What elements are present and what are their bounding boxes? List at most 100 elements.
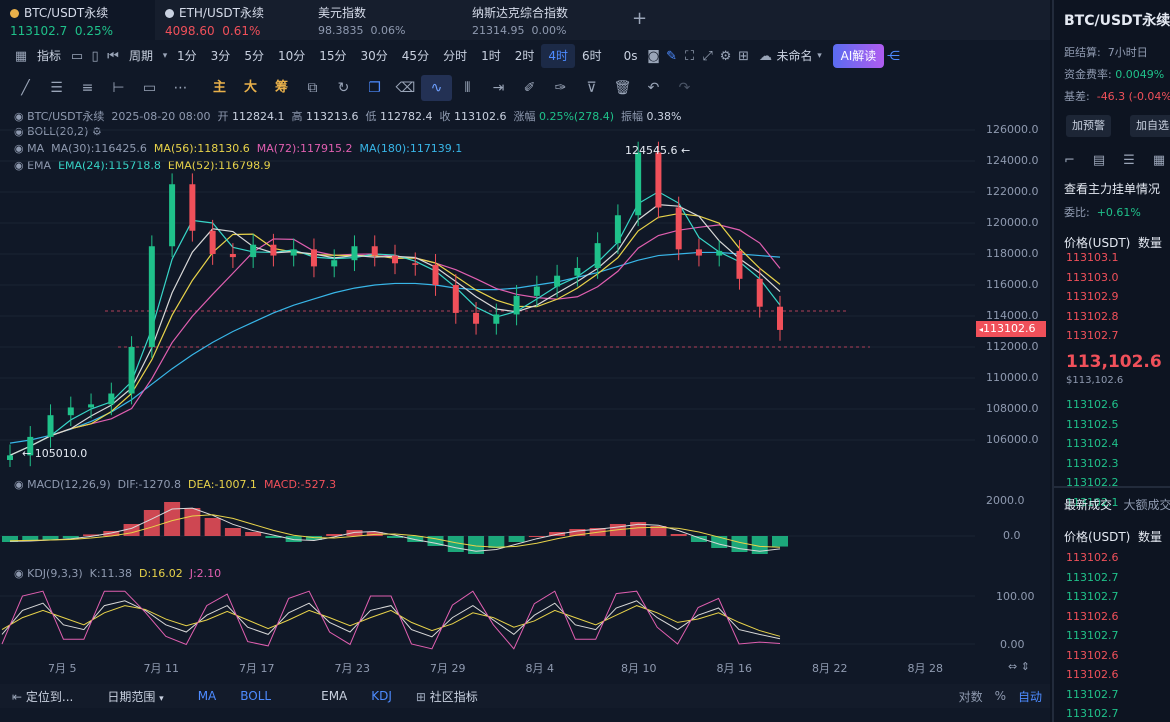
grid-icon[interactable]: ⊞ <box>735 49 753 64</box>
camera-icon[interactable]: ◙ <box>645 49 663 64</box>
expand-icon[interactable]: ⤢ <box>699 49 717 64</box>
period-3m[interactable]: 3分 <box>204 44 238 68</box>
candle-body <box>310 249 317 267</box>
filter-icon[interactable]: ⊽ <box>576 75 607 101</box>
draw-line-icon[interactable]: ∿ <box>421 75 452 101</box>
depth-view-icons[interactable]: ⌐▤☰▦ <box>1064 153 1170 168</box>
bid-row[interactable]: 113102.4 <box>1066 437 1119 450</box>
eraser-icon[interactable]: ⌫ <box>390 75 421 101</box>
trade-row[interactable]: 113102.6 <box>1066 551 1119 564</box>
kdj-chart[interactable] <box>0 580 975 652</box>
candle-icon[interactable]: ⦀ <box>452 75 483 101</box>
gear-icon[interactable]: ⚙ <box>717 49 735 64</box>
period-timeshare[interactable]: 分时 <box>436 44 474 68</box>
tab-btc-usdt[interactable]: BTC/USDT永续 113102.7 0.25% <box>0 0 155 40</box>
trendline-icon[interactable]: ╱ <box>10 75 41 101</box>
trade-row[interactable]: 113102.7 <box>1066 571 1119 584</box>
trade-row[interactable]: 113102.6 <box>1066 610 1119 623</box>
add-watchlist-button[interactable]: 加自选 <box>1130 115 1170 137</box>
trash-icon[interactable]: 🗑 <box>607 75 638 101</box>
indicator-ma[interactable]: MA <box>186 689 229 703</box>
candle-body <box>331 260 338 267</box>
trade-row[interactable]: 113102.6 <box>1066 668 1119 681</box>
layout-name-select[interactable]: 未命名 <box>775 44 815 68</box>
ask-row[interactable]: 113102.8 <box>1066 310 1119 323</box>
share-icon[interactable]: ⋲ <box>884 49 902 64</box>
ask-row[interactable]: 113102.9 <box>1066 290 1119 303</box>
period-1h[interactable]: 1时 <box>474 44 508 68</box>
calendar-icon[interactable]: ▭ <box>68 49 86 64</box>
undo-icon[interactable]: ↶ <box>638 75 669 101</box>
bid-row[interactable]: 113102.5 <box>1066 418 1119 431</box>
tab-dollar-index[interactable]: 美元指数 98.3835 0.06% <box>308 0 458 40</box>
pen-icon[interactable]: ✎ <box>663 49 681 64</box>
add-tab-button[interactable]: + <box>632 8 647 29</box>
percent-scale-button[interactable]: % <box>989 689 1012 703</box>
big-trades-tab[interactable]: 大额成交 <box>1123 498 1170 512</box>
eye-icon[interactable]: ◉ <box>14 478 24 491</box>
period-2h[interactable]: 2时 <box>508 44 542 68</box>
horizontal-ray-icon[interactable]: ⊢ <box>103 75 134 101</box>
candle-body <box>290 249 297 256</box>
candle-body <box>777 306 783 330</box>
ask-row[interactable]: 113103.1 <box>1066 251 1119 264</box>
period-4h[interactable]: 4时 <box>541 44 576 68</box>
ask-row[interactable]: 113102.7 <box>1066 329 1119 342</box>
add-alert-button[interactable]: 加预警 <box>1066 115 1111 137</box>
tab-nasdaq[interactable]: 纳斯达克综合指数 21314.95 0.00% <box>462 0 622 40</box>
ai-analysis-button[interactable]: AI解读 <box>832 44 885 68</box>
zero-seconds-button[interactable]: 0s <box>617 44 645 68</box>
replay-icon[interactable]: ⏮ <box>104 49 122 64</box>
reset-icon[interactable]: ↻ <box>328 75 359 101</box>
chips-button[interactable]: 筹 <box>266 75 297 101</box>
zoom-icon[interactable]: ⇔ ⇕ <box>1008 660 1030 673</box>
community-indicator-button[interactable]: ⊞ 社区指标 <box>404 688 490 705</box>
trade-row[interactable]: 113102.7 <box>1066 590 1119 603</box>
measure-icon[interactable]: ⇥ <box>483 75 514 101</box>
macd-chart[interactable] <box>0 492 975 564</box>
note-icon[interactable]: ✐ <box>514 75 545 101</box>
latest-trades-tab[interactable]: 最新成交 <box>1064 498 1112 512</box>
indicator-boll[interactable]: BOLL <box>228 689 283 703</box>
period-5m[interactable]: 5分 <box>237 44 271 68</box>
indicator-button[interactable]: 指标 <box>30 44 68 68</box>
layout-icon[interactable]: ▯ <box>86 49 104 64</box>
period-15m[interactable]: 15分 <box>312 44 353 68</box>
period-6h[interactable]: 6时 <box>575 44 609 68</box>
period-button[interactable]: 周期 <box>122 44 160 68</box>
bid-row[interactable]: 113102.6 <box>1066 398 1119 411</box>
trade-row[interactable]: 113102.7 <box>1066 707 1119 720</box>
main-force-button[interactable]: 主 <box>204 75 235 101</box>
trade-row[interactable]: 113102.7 <box>1066 688 1119 701</box>
fullscreen-icon[interactable]: ⛶ <box>681 49 699 64</box>
overlay-icon[interactable]: ⧉ <box>297 75 328 101</box>
log-scale-button[interactable]: 对数 <box>953 688 989 705</box>
period-30m[interactable]: 30分 <box>354 44 395 68</box>
period-10m[interactable]: 10分 <box>271 44 312 68</box>
copy-icon[interactable]: ❐ <box>359 75 390 101</box>
eye-icon[interactable]: ◉ <box>14 567 24 580</box>
ask-row[interactable]: 113103.0 <box>1066 271 1119 284</box>
period-45m[interactable]: 45分 <box>395 44 436 68</box>
trade-row[interactable]: 113102.7 <box>1066 629 1119 642</box>
candle-body <box>554 275 561 287</box>
auto-scale-button[interactable]: 自动 <box>1012 688 1050 705</box>
locate-button[interactable]: ⇤ 定位到... <box>0 688 85 705</box>
depth-title[interactable]: 查看主力挂单情况 <box>1064 180 1160 197</box>
rectangle-icon[interactable]: ▭ <box>134 75 165 101</box>
indicator-ema[interactable]: EMA <box>309 689 359 703</box>
tab-eth-usdt[interactable]: ETH/USDT永续 4098.60 0.61% <box>155 0 305 40</box>
trade-row[interactable]: 113102.6 <box>1066 649 1119 662</box>
indicator-kdj[interactable]: KDJ <box>359 689 404 703</box>
parallel-channel-icon[interactable]: ≡ <box>72 75 103 101</box>
period-1m[interactable]: 1分 <box>170 44 204 68</box>
date-range-button[interactable]: 日期范围 ▾ <box>95 688 175 705</box>
price-axis-label: 118000.0 <box>986 247 1039 260</box>
brush-icon[interactable]: ✑ <box>545 75 576 101</box>
price-chart[interactable] <box>0 112 975 467</box>
bid-row[interactable]: 113102.3 <box>1066 457 1119 470</box>
big-order-button[interactable]: 大 <box>235 75 266 101</box>
horizontal-lines-icon[interactable]: ☰ <box>41 75 72 101</box>
redo-icon[interactable]: ↷ <box>669 75 700 101</box>
more-icon[interactable]: ⋯ <box>165 75 196 101</box>
